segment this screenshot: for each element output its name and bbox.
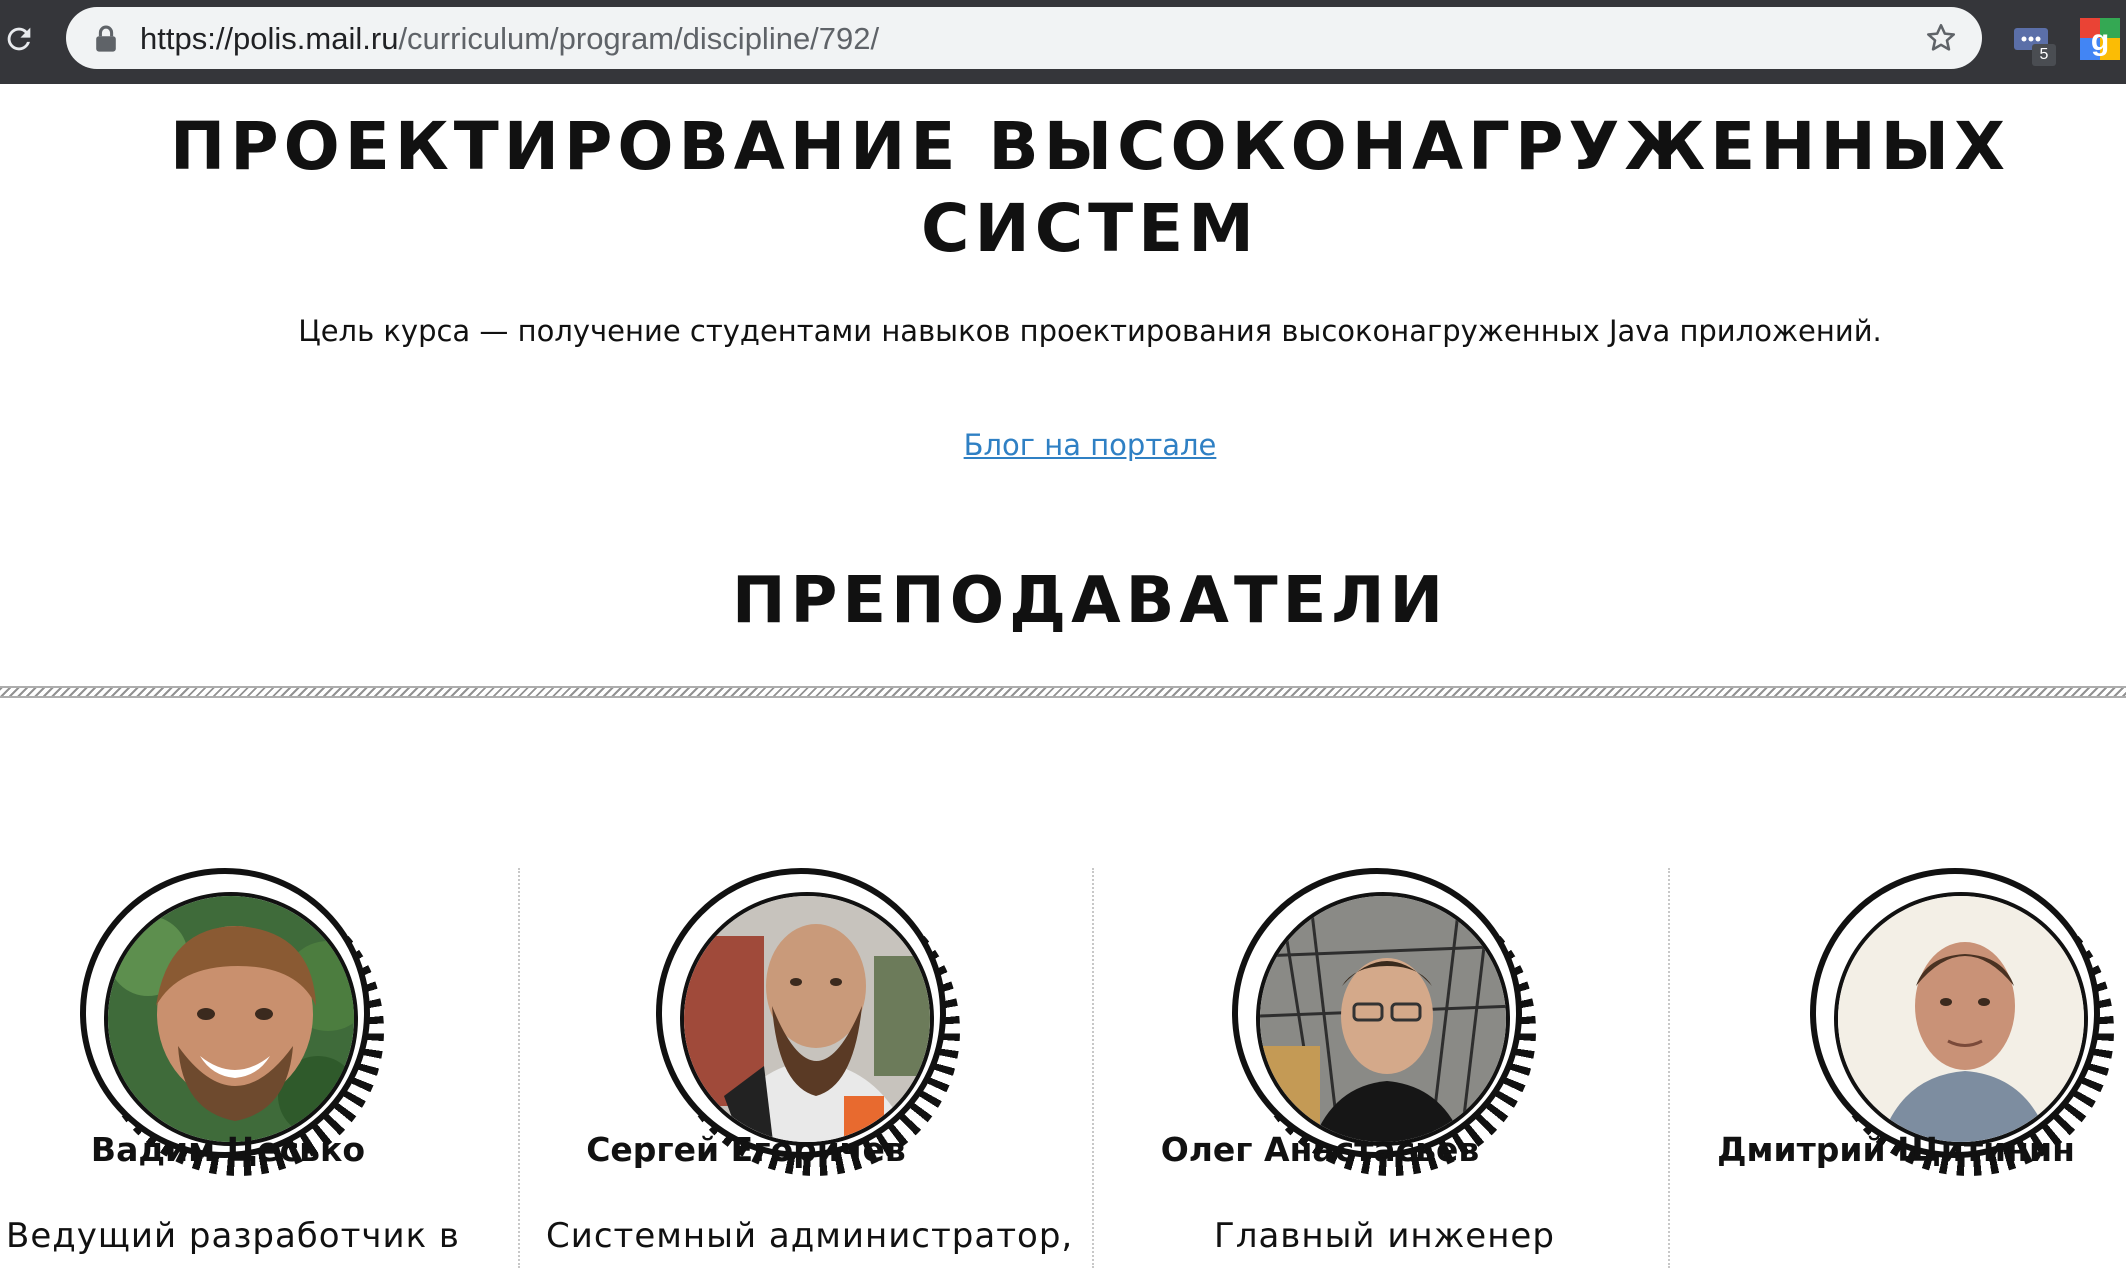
teacher-photo: [680, 892, 934, 1146]
teacher-card[interactable]: Дмитрий Щитинин: [1668, 784, 2126, 1268]
teacher-role: Ведущий разработчик в: [6, 1216, 460, 1256]
teacher-name: Вадим Цесько: [90, 1130, 366, 1169]
course-title-line-2: СИСТЕМ: [921, 190, 1259, 267]
blog-link[interactable]: Блог на портале: [0, 428, 2126, 462]
bookmark-star-icon[interactable]: [1924, 21, 1958, 55]
teacher-role: Системный администратор,: [546, 1216, 1074, 1256]
url-host: https://polis.mail.ru: [140, 21, 399, 56]
extension-badge: 5: [2032, 44, 2056, 66]
teacher-name: Сергей Егоричев: [586, 1130, 906, 1169]
course-title-line-1: ПРОЕКТИРОВАНИЕ ВЫСОКОНАГРУЖЕННЫХ: [170, 108, 2010, 185]
teacher-card[interactable]: Олег Анастасьев Главный инженер: [1092, 784, 1668, 1268]
teacher-name: Дмитрий Щитинин: [1717, 1130, 2075, 1169]
teacher-photo: [104, 892, 358, 1146]
course-title: ПРОЕКТИРОВАНИЕ ВЫСОКОНАГРУЖЕННЫХ СИСТЕМ: [0, 106, 2126, 270]
teachers-list: Вадим Цесько Ведущий разработчик в Серге…: [0, 784, 2126, 1268]
reload-icon: [7, 27, 31, 51]
address-bar[interactable]: https://polis.mail.ru/curriculum/program…: [66, 7, 1982, 69]
browser-toolbar: https://polis.mail.ru/curriculum/program…: [0, 0, 2126, 84]
google-extension-icon[interactable]: g: [2080, 18, 2120, 60]
teacher-card[interactable]: Сергей Егоричев Системный администратор,: [518, 784, 1094, 1268]
svg-text:g: g: [2091, 24, 2109, 57]
teacher-photo: [1256, 892, 1510, 1146]
teacher-name: Олег Анастасьев: [1160, 1130, 1480, 1169]
lock-icon: [96, 25, 116, 52]
page-content: ПРОЕКТИРОВАНИЕ ВЫСОКОНАГРУЖЕННЫХ СИСТЕМ …: [0, 84, 2126, 1268]
section-divider: [0, 686, 2126, 698]
reload-button[interactable]: [0, 14, 38, 64]
teacher-card[interactable]: Вадим Цесько Ведущий разработчик в: [0, 784, 576, 1268]
teachers-heading: ПРЕПОДАВАТЕЛИ: [731, 564, 1449, 638]
url-path: /curriculum/program/discipline/792/: [398, 21, 880, 56]
course-goal: Цель курса — получение студентами навыко…: [298, 314, 1882, 348]
url-text[interactable]: https://polis.mail.ru/curriculum/program…: [140, 19, 879, 59]
teacher-photo: [1834, 892, 2088, 1146]
